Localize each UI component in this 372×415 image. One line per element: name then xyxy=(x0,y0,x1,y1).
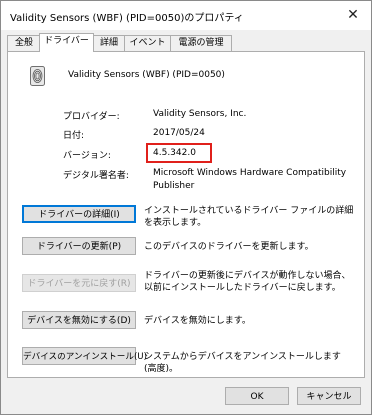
provider-label: プロバイダー: xyxy=(63,112,120,122)
driver-details-description: インストールされているドライバー ファイルの詳細を表示します。 xyxy=(144,206,354,228)
disable-device-button[interactable]: デバイスを無効にする(D) xyxy=(22,311,136,329)
uninstall-device-description: システムからデバイスをアンインストールします (高度)。 xyxy=(144,352,341,374)
date-label: 日付: xyxy=(63,131,85,141)
window-title: Validity Sensors (WBF) (PID=0050)のプロパティ xyxy=(10,13,244,24)
device-name: Validity Sensors (WBF) (PID=0050) xyxy=(68,70,225,80)
rollback-driver-button[interactable]: ドライバーを元に戻す(R) xyxy=(22,274,136,292)
signer-value: Microsoft Windows Hardware Compatibility… xyxy=(153,168,347,191)
properties-dialog: Validity Sensors (WBF) (PID=0050)のプロパティ … xyxy=(0,0,372,415)
version-highlight-box xyxy=(146,143,212,163)
tab-general[interactable]: 全般 xyxy=(7,35,41,51)
tab-events[interactable]: イベント xyxy=(124,35,171,51)
provider-value: Validity Sensors, Inc. xyxy=(153,109,247,119)
tab-driver[interactable]: ドライバー xyxy=(39,33,94,52)
update-driver-description: このデバイスのドライバーを更新します。 xyxy=(144,242,314,252)
close-icon[interactable]: ✕ xyxy=(344,6,362,24)
cancel-button[interactable]: キャンセル xyxy=(297,387,361,405)
version-label: バージョン: xyxy=(63,151,111,161)
driver-tab-panel: Validity Sensors (WBF) (PID=0050) プロバイダー… xyxy=(7,51,365,378)
signer-label: デジタル署名者: xyxy=(63,171,129,181)
ok-button[interactable]: OK xyxy=(225,387,289,405)
driver-details-button[interactable]: ドライバーの詳細(I) xyxy=(22,205,136,223)
rollback-driver-description: ドライバーの更新後にデバイスが動作しない場合、以前にインストールしたドライバーに… xyxy=(144,271,351,293)
fingerprint-sensor-icon xyxy=(30,66,45,86)
uninstall-device-button[interactable]: デバイスのアンインストール(U) xyxy=(22,347,147,365)
tab-details[interactable]: 詳細 xyxy=(93,35,125,51)
disable-device-description: デバイスを無効にします。 xyxy=(144,316,251,326)
date-value: 2017/05/24 xyxy=(153,128,205,138)
title-bar: Validity Sensors (WBF) (PID=0050)のプロパティ … xyxy=(1,1,371,30)
update-driver-button[interactable]: ドライバーの更新(P) xyxy=(22,237,136,255)
tab-power-management[interactable]: 電源の管理 xyxy=(170,35,232,51)
